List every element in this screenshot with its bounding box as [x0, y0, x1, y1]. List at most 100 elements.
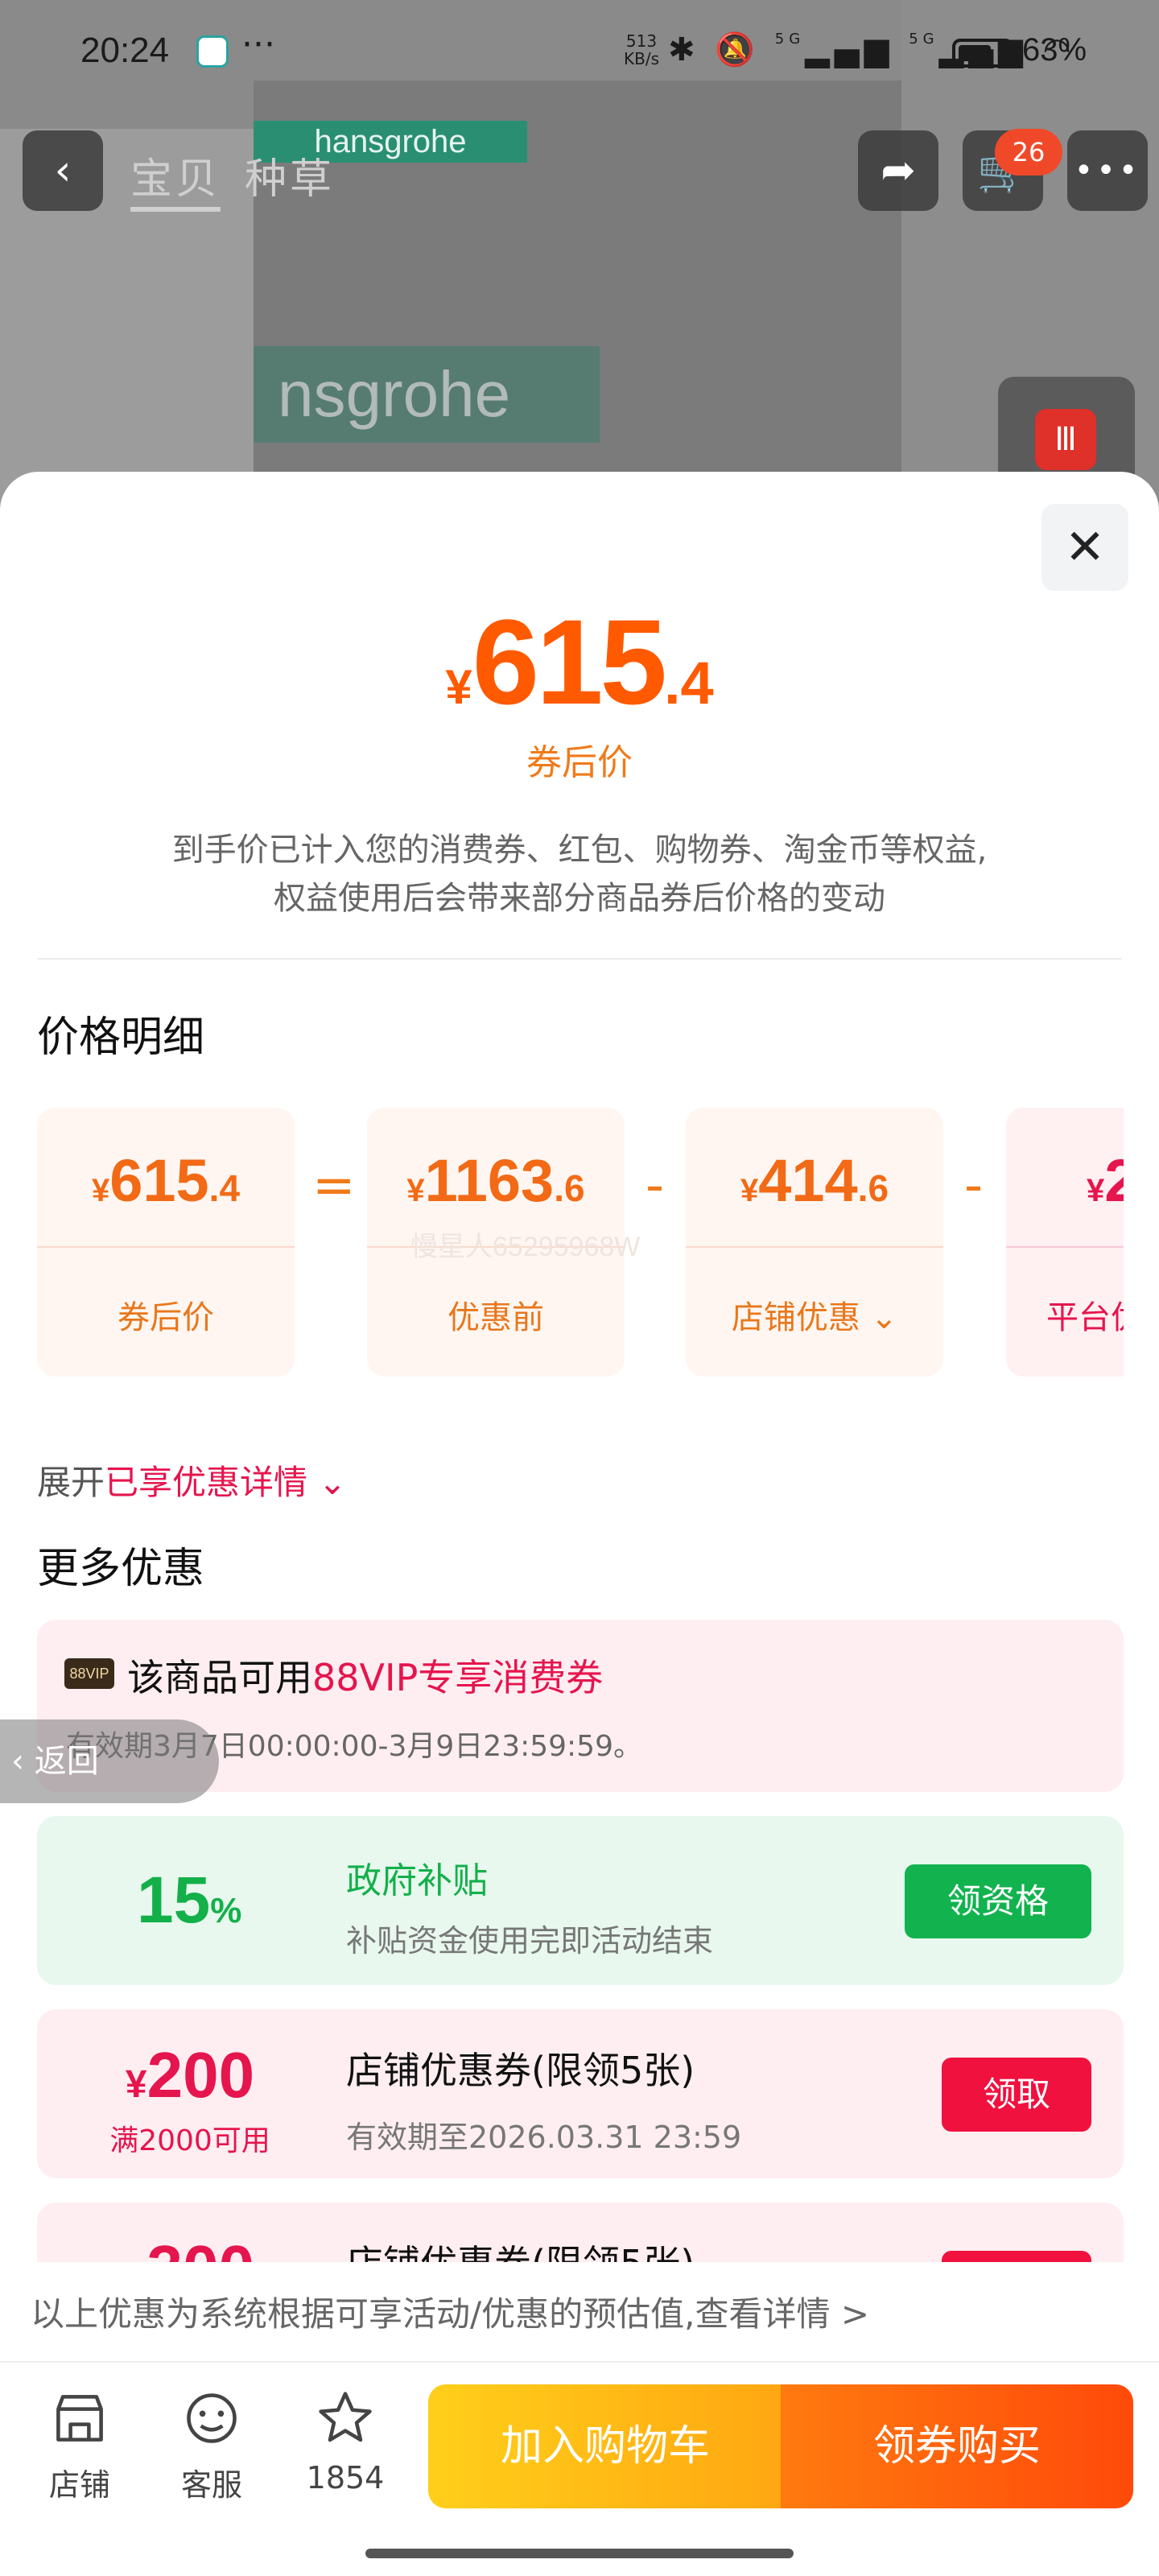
- more-options-icon[interactable]: •••: [1067, 130, 1148, 211]
- price-decimal: .4: [663, 650, 714, 716]
- breakdown-currency: ¥: [406, 1173, 425, 1208]
- divider: [0, 2361, 1159, 2363]
- breakdown-label: 优惠前: [448, 1299, 544, 1336]
- favorite-button[interactable]: 1854: [293, 2388, 398, 2496]
- breakdown-card-shop-discount[interactable]: ¥414.6 店铺优惠 ⌄: [686, 1108, 943, 1377]
- watermark: 慢星人65295968W: [410, 1232, 641, 1262]
- home-indicator[interactable]: [365, 2549, 794, 2558]
- battery-icon: [952, 39, 1013, 68]
- breakdown-value: ¥615.4: [37, 1146, 295, 1215]
- coupon-validity: 有效期至2026.03.31 23:59: [346, 2120, 742, 2155]
- customer-service-icon: [187, 2393, 237, 2443]
- estimate-footnote[interactable]: 以上优惠为系统根据可享活动/优惠的预估值,查看详情 >: [31, 2287, 869, 2336]
- product-tabs: 宝贝 种草: [130, 145, 359, 212]
- expand-prefix: 展开: [37, 1463, 105, 1502]
- coupon-value: 300: [147, 2232, 254, 2262]
- breakdown-decimal: .4: [208, 1167, 241, 1209]
- expand-highlight: 已享优惠详情: [105, 1463, 308, 1502]
- shop-button[interactable]: 店铺: [27, 2388, 132, 2504]
- coupon-title: 店铺优惠券(限领5张): [346, 2235, 695, 2262]
- close-icon[interactable]: ✕: [1041, 504, 1128, 591]
- vip-title-highlight: 88VIP专享消费券: [312, 1656, 604, 1699]
- cart-count-badge: 26: [995, 129, 1062, 175]
- shop-coupon-card: ¥300 店铺优惠券(限领5张) 领取: [37, 2202, 1124, 2262]
- coupon-currency: ¥: [125, 2063, 147, 2106]
- app-notification-icon: [196, 35, 229, 68]
- breakdown-value: ¥2: [1006, 1146, 1124, 1215]
- price-detail-sheet: ✕ ¥615.4 券后价 到手价已计入您的消费券、红包、购物券、淘金币等权益, …: [0, 472, 1159, 2576]
- favorites-count: 1854: [306, 2460, 385, 2496]
- description-line-2: 权益使用后会带来部分商品券后价格的变动: [274, 880, 885, 917]
- coupon-amount: ¥300: [37, 2231, 343, 2262]
- breakdown-currency: ¥: [740, 1173, 759, 1208]
- gov-subsidy-card: 15% 政府补贴 补贴资金使用完即活动结束 领资格: [37, 1816, 1124, 1985]
- price-description: 到手价已计入您的消费券、红包、购物券、淘金币等权益, 权益使用后会带来部分商品券…: [80, 826, 1079, 923]
- minus-operator: -: [645, 1156, 665, 1216]
- price-label: 券后价: [526, 742, 633, 783]
- shop-label: 店铺: [48, 2467, 110, 2503]
- back-float-button[interactable]: ‹ 返回: [0, 1719, 219, 1803]
- minus-operator: -: [964, 1156, 984, 1216]
- currency-symbol: ¥: [445, 660, 472, 714]
- breakdown-value: ¥414.6: [686, 1146, 943, 1215]
- breakdown-divider: [686, 1246, 943, 1248]
- star-icon: [319, 2392, 372, 2442]
- net-speed-unit: KB/s: [624, 49, 659, 68]
- breakdown-card-platform-discount[interactable]: ¥2 平台优惠: [1006, 1108, 1124, 1377]
- brand-logo-blurred: nsgrohe: [254, 346, 600, 443]
- claim-coupon-button[interactable]: 领取: [942, 2058, 1091, 2132]
- breakdown-label: 平台优惠: [1046, 1299, 1124, 1336]
- breakdown-divider: [37, 1246, 295, 1248]
- signal-icon-2: 5G: [909, 31, 939, 47]
- signal-bars-icon: ▂▄▆: [805, 31, 894, 68]
- shop-coupon-card: ¥200 满2000可用 店铺优惠券(限领5张) 有效期至2026.03.31 …: [37, 2009, 1124, 2178]
- breakdown-integer: 1163: [424, 1147, 555, 1214]
- shop-icon: [56, 2395, 103, 2442]
- description-line-1: 到手价已计入您的消费券、红包、购物券、淘金币等权益,: [171, 832, 988, 869]
- breakdown-divider: [1006, 1246, 1124, 1248]
- status-icons: ✱ 🔕 5G▂▄▆ 5G▂▄▆ ◠: [668, 31, 1076, 68]
- breakdown-integer: 414: [758, 1147, 858, 1214]
- back-arrow-icon[interactable]: ‹: [23, 130, 103, 211]
- coupon-condition: 满2000可用: [109, 2124, 270, 2157]
- subsidy-desc: 补贴资金使用完即活动结束: [346, 1923, 714, 1959]
- breakdown-currency: ¥: [91, 1173, 110, 1208]
- status-time: 20:24: [80, 31, 170, 70]
- more-offers-title: 更多优惠: [37, 1545, 205, 1593]
- breakdown-label: 店铺优惠 ⌄: [686, 1291, 943, 1338]
- shop-discount-label: 店铺优惠: [731, 1299, 860, 1336]
- chevron-down-icon: ⌄: [860, 1299, 898, 1336]
- subsidy-title: 政府补贴: [346, 1860, 488, 1901]
- net-speed-value: 513: [625, 31, 658, 51]
- tab-item[interactable]: 宝贝: [130, 155, 221, 212]
- expand-discount-details[interactable]: 展开已享优惠详情 ⌄: [37, 1455, 347, 1505]
- back-label: 返回: [34, 1743, 99, 1780]
- claim-coupon-button[interactable]: 领取: [942, 2251, 1091, 2262]
- equals-operator: =: [312, 1156, 356, 1216]
- service-button[interactable]: 客服: [159, 2388, 264, 2504]
- share-icon[interactable]: ➦: [858, 130, 938, 211]
- breakdown-integer: 615: [109, 1147, 209, 1214]
- add-to-cart-button[interactable]: 加入购物车: [428, 2384, 782, 2508]
- chevron-down-icon: ⌄: [307, 1463, 347, 1502]
- scroll-clip: ¥300 店铺优惠券(限领5张) 领取: [0, 2202, 1159, 2262]
- bluetooth-icon: ✱: [668, 31, 700, 68]
- coupon-amount: ¥200: [37, 2038, 343, 2112]
- claim-qualification-button[interactable]: 领资格: [905, 1864, 1091, 1938]
- divider: [37, 958, 1122, 960]
- service-label: 客服: [180, 2467, 242, 2503]
- network-speed: 513 KB/s: [624, 32, 659, 68]
- coupon-currency: ¥: [126, 2256, 147, 2262]
- breakdown-card-final: ¥615.4 券后价: [37, 1108, 295, 1377]
- breakdown-title: 价格明细: [37, 1013, 205, 1062]
- mute-icon: 🔕: [715, 31, 761, 68]
- subsidy-percent: 15%: [137, 1863, 241, 1938]
- battery-percent: 63%: [1022, 32, 1087, 68]
- tab-seed[interactable]: 种草: [245, 155, 335, 204]
- signal-icon-1: 5G: [774, 31, 806, 47]
- claim-coupon-buy-button[interactable]: 领券购买: [781, 2384, 1133, 2508]
- vip-badge: 88VIP: [64, 1658, 114, 1689]
- breakdown-label: 券后价: [118, 1299, 214, 1336]
- breakdown-value: ¥1163.6: [367, 1146, 625, 1215]
- breakdown-integer: 2: [1104, 1147, 1124, 1214]
